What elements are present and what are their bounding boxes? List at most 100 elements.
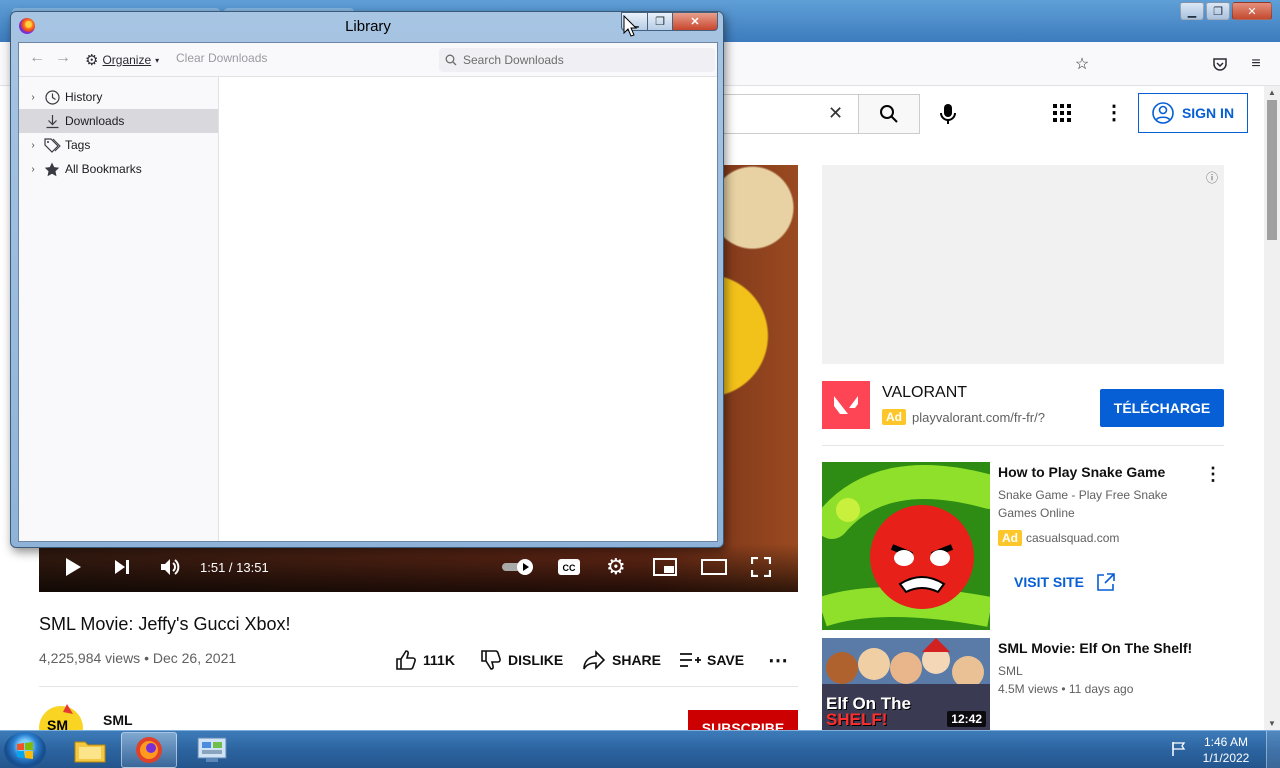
- close-button[interactable]: ✕: [1232, 2, 1272, 20]
- search-button[interactable]: [858, 94, 920, 134]
- clock-date: 1/1/2022: [1202, 751, 1250, 765]
- volume-icon[interactable]: [159, 554, 181, 580]
- clock-icon: [43, 89, 61, 105]
- elf-video-thumbnail[interactable]: Elf On The SHELF! 12:42: [822, 638, 990, 730]
- start-button[interactable]: [4, 732, 46, 768]
- rec-meta: 4.5M views • 11 days ago: [998, 682, 1134, 696]
- ad-brand-name[interactable]: VALORANT: [882, 384, 967, 402]
- apps-grid-icon[interactable]: [1053, 104, 1071, 127]
- dislike-label: DISLIKE: [508, 652, 564, 668]
- rec-title[interactable]: SML Movie: Elf On The Shelf!: [998, 639, 1198, 657]
- settings-gear-icon[interactable]: ⚙: [606, 554, 626, 580]
- library-title: Library: [345, 18, 391, 35]
- firefox-task[interactable]: [121, 732, 177, 768]
- downloads-list[interactable]: [219, 77, 717, 541]
- play-icon[interactable]: [64, 554, 82, 580]
- share-button[interactable]: SHARE: [582, 648, 661, 672]
- action-center-flag-icon[interactable]: [1170, 741, 1188, 757]
- menu-icon[interactable]: ≡: [1246, 54, 1266, 74]
- search-downloads-input[interactable]: Search Downloads: [439, 48, 715, 72]
- save-label: SAVE: [707, 652, 745, 668]
- sidebar-item-label: Downloads: [65, 114, 125, 128]
- control-panel-icon: [197, 737, 227, 762]
- like-count: 111K: [423, 652, 455, 668]
- organize-label: Organize: [102, 53, 152, 67]
- library-body: ← → ⚙ Organize ▾ Clear Downloads Search …: [18, 42, 718, 542]
- ad-url-row: Ad playvalorant.com/fr-fr/?: [882, 409, 1045, 425]
- file-explorer-task[interactable]: [62, 732, 118, 768]
- video-title: SML Movie: Jeffy's Gucci Xbox!: [39, 614, 291, 634]
- miniplayer-icon[interactable]: [653, 554, 677, 580]
- maximize-button[interactable]: ❐: [1206, 2, 1230, 20]
- page-scrollbar[interactable]: ▲ ▼: [1264, 86, 1280, 730]
- clock-time: 1:46 AM: [1203, 735, 1249, 749]
- mouse-cursor-icon: [623, 15, 637, 37]
- rec-channel[interactable]: SML: [998, 662, 1208, 680]
- library-window: Library ▁ ❐ ✕ ← → ⚙ Organize ▾ Clear Dow…: [10, 11, 724, 548]
- info-icon[interactable]: ⓘ: [1206, 169, 1218, 186]
- sidebar-item-label: All Bookmarks: [65, 162, 142, 176]
- sidebar-item-label: Tags: [65, 138, 91, 152]
- ad-domain: casualsquad.com: [1026, 531, 1120, 545]
- clear-search-icon[interactable]: ✕: [828, 103, 843, 124]
- sidebar-item-tags[interactable]: › Tags: [19, 133, 218, 157]
- windows-logo-icon: [17, 742, 33, 759]
- subscribe-button[interactable]: SUBSCRIBE: [688, 710, 798, 730]
- dislike-button[interactable]: DISLIKE: [480, 648, 563, 672]
- ad-url[interactable]: playvalorant.com/fr-fr/?: [912, 410, 1045, 425]
- valorant-logo[interactable]: [822, 381, 870, 429]
- sign-in-label: SIGN IN: [1181, 105, 1235, 121]
- chevron-right-icon[interactable]: ›: [27, 140, 39, 151]
- snake-game-thumbnail[interactable]: [822, 462, 990, 630]
- visit-site-button[interactable]: VISIT SITE: [998, 564, 1132, 600]
- chevron-right-icon[interactable]: ›: [27, 164, 39, 175]
- sidebar-item-downloads[interactable]: Downloads: [19, 109, 218, 133]
- search-icon: [445, 54, 457, 66]
- search-input[interactable]: ✕: [720, 94, 860, 134]
- chevron-down-icon: ▾: [155, 55, 160, 65]
- back-arrow-icon[interactable]: ←: [29, 49, 45, 67]
- system-clock[interactable]: 1:46 AM 1/1/2022: [1196, 734, 1256, 766]
- channel-name[interactable]: SML: [103, 712, 133, 728]
- organize-button[interactable]: ⚙ Organize ▾: [85, 51, 159, 69]
- minimize-button[interactable]: ▁: [1180, 2, 1204, 20]
- theater-mode-icon[interactable]: [701, 554, 727, 580]
- search-placeholder: Search Downloads: [463, 53, 564, 67]
- sign-in-button[interactable]: SIGN IN: [1138, 93, 1248, 133]
- forward-arrow-icon[interactable]: →: [55, 49, 71, 67]
- ad-banner[interactable]: ⓘ: [822, 165, 1224, 364]
- close-button[interactable]: ✕: [672, 12, 718, 31]
- more-options-icon[interactable]: ⋮: [1104, 100, 1124, 125]
- ad-domain-row: Ad casualsquad.com: [998, 530, 1119, 546]
- captions-icon[interactable]: CC: [557, 554, 581, 580]
- divider: [822, 445, 1224, 446]
- rec-title[interactable]: How to Play Snake Game: [998, 463, 1198, 481]
- autoplay-toggle-icon[interactable]: [501, 554, 537, 580]
- chevron-right-icon[interactable]: ›: [27, 92, 39, 103]
- maximize-button[interactable]: ❐: [647, 12, 673, 31]
- bookmark-star-icon[interactable]: ☆: [1072, 54, 1092, 74]
- taskbar: 1:46 AM 1/1/2022: [0, 730, 1280, 768]
- like-button[interactable]: 111K: [395, 648, 455, 672]
- microphone-icon[interactable]: [938, 102, 958, 131]
- folder-icon: [74, 741, 106, 763]
- thumbs-down-icon: [481, 650, 501, 670]
- more-actions-icon[interactable]: ⋯: [768, 648, 788, 672]
- sidebar-item-history[interactable]: › History: [19, 85, 218, 109]
- channel-avatar[interactable]: SM: [39, 702, 85, 730]
- pocket-icon[interactable]: [1210, 54, 1230, 74]
- download-cta-button[interactable]: TÉLÉCHARGE: [1100, 389, 1224, 427]
- sidebar-item-all-bookmarks[interactable]: › All Bookmarks: [19, 157, 218, 181]
- fullscreen-icon[interactable]: [751, 554, 771, 580]
- next-icon[interactable]: [113, 554, 131, 580]
- svg-text:CC: CC: [563, 563, 576, 573]
- scrollbar-thumb[interactable]: [1267, 100, 1277, 240]
- share-icon: [583, 650, 606, 670]
- star-icon: [43, 162, 61, 177]
- control-panel-task[interactable]: [184, 732, 240, 768]
- show-desktop-button[interactable]: [1266, 731, 1280, 768]
- thumbnail-caption-bottom: SHELF!: [826, 710, 888, 729]
- clear-downloads-button[interactable]: Clear Downloads: [176, 51, 267, 65]
- more-options-icon[interactable]: ⋮: [1204, 464, 1222, 485]
- save-button[interactable]: SAVE: [679, 648, 744, 672]
